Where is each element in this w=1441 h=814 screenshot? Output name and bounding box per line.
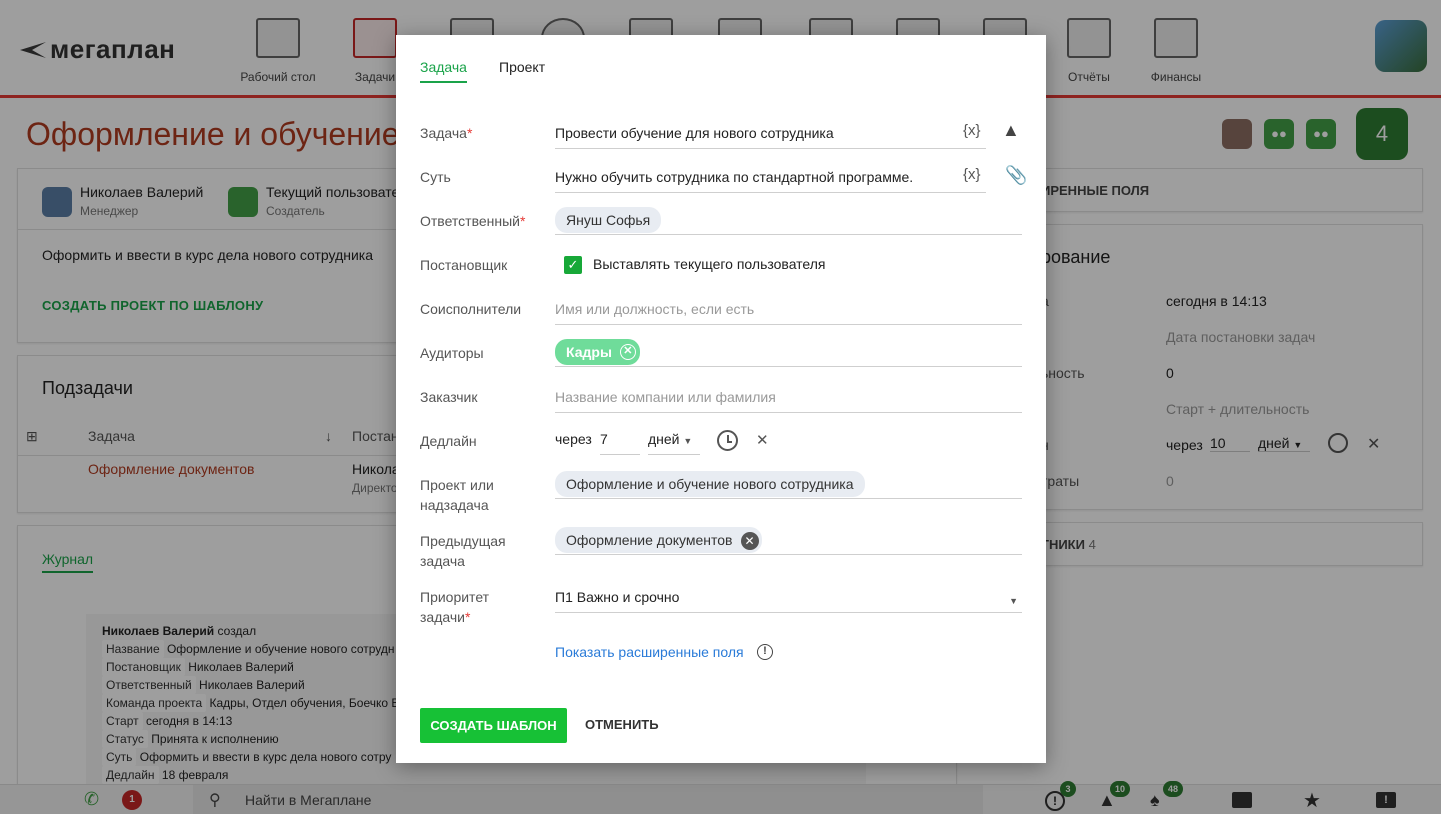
responsible-label: Ответственный*	[420, 213, 526, 229]
prev-task-label: Предыдущая задача	[420, 533, 506, 569]
responsible-chip[interactable]: Януш Софья	[555, 207, 662, 233]
clock-icon[interactable]	[717, 430, 738, 451]
info-icon[interactable]: !	[757, 644, 773, 660]
show-extended-fields-link[interactable]: Показать расширенные поля	[555, 644, 744, 660]
project-label: Проект или надзадача	[420, 477, 494, 513]
paperclip-icon[interactable]: 📎	[1005, 165, 1027, 186]
clear-deadline-icon[interactable]: ✕	[756, 431, 769, 449]
coexec-label: Соисполнители	[420, 301, 522, 317]
dropdown-arrow-icon: ▼	[1009, 596, 1018, 606]
prev-task-field[interactable]: Оформление документов ✕	[555, 527, 1022, 555]
deadline-via: через	[555, 431, 592, 447]
dropdown-arrow-icon: ▼	[683, 436, 693, 446]
auditors-label: Аудиторы	[420, 345, 484, 361]
create-template-modal: Задача Проект Задача* Провести обучение …	[396, 35, 1046, 763]
auditor-chip[interactable]: Кадры ✕	[555, 339, 640, 365]
task-label: Задача*	[420, 125, 473, 141]
essence-label: Суть	[420, 169, 451, 185]
create-template-button[interactable]: СОЗДАТЬ ШАБЛОН	[420, 708, 567, 743]
variable-icon[interactable]: {x}	[963, 166, 981, 183]
tab-project[interactable]: Проект	[499, 59, 545, 75]
responsible-field[interactable]: Януш Софья	[555, 207, 1022, 235]
deadline-label: Дедлайн	[420, 433, 477, 449]
tab-task[interactable]: Задача	[420, 59, 467, 83]
fire-icon[interactable]: ▲	[1002, 120, 1020, 141]
remove-chip-icon[interactable]: ✕	[619, 344, 636, 360]
setter-label: Постановщик	[420, 257, 508, 273]
customer-label: Заказчик	[420, 389, 478, 405]
variable-icon[interactable]: {x}	[963, 122, 981, 139]
setter-checkbox-label[interactable]: Выставлять текущего пользователя	[593, 256, 826, 272]
coexec-input[interactable]: Имя или должность, если есть	[555, 299, 1022, 325]
priority-label: Приоритет задачи*	[420, 589, 490, 625]
project-field[interactable]: Оформление и обучение нового сотрудника	[555, 471, 1022, 499]
priority-select[interactable]: П1 Важно и срочно ▼	[555, 587, 1022, 613]
deadline-number-input[interactable]: 7	[600, 431, 640, 455]
auditors-field[interactable]: Кадры ✕	[555, 339, 1022, 367]
cancel-button[interactable]: ОТМЕНИТЬ	[585, 717, 659, 732]
essence-input[interactable]: Нужно обучить сотрудника по стандартной …	[555, 167, 986, 193]
task-name-input[interactable]: Провести обучение для нового сотрудника	[555, 123, 986, 149]
remove-chip-icon[interactable]: ✕	[740, 532, 759, 551]
project-chip[interactable]: Оформление и обучение нового сотрудника	[555, 471, 865, 497]
setter-checkbox[interactable]: ✓	[564, 256, 582, 274]
prev-task-chip[interactable]: Оформление документов ✕	[555, 527, 762, 554]
deadline-unit-select[interactable]: дней ▼	[648, 431, 700, 455]
customer-input[interactable]: Название компании или фамилия	[555, 387, 1022, 413]
